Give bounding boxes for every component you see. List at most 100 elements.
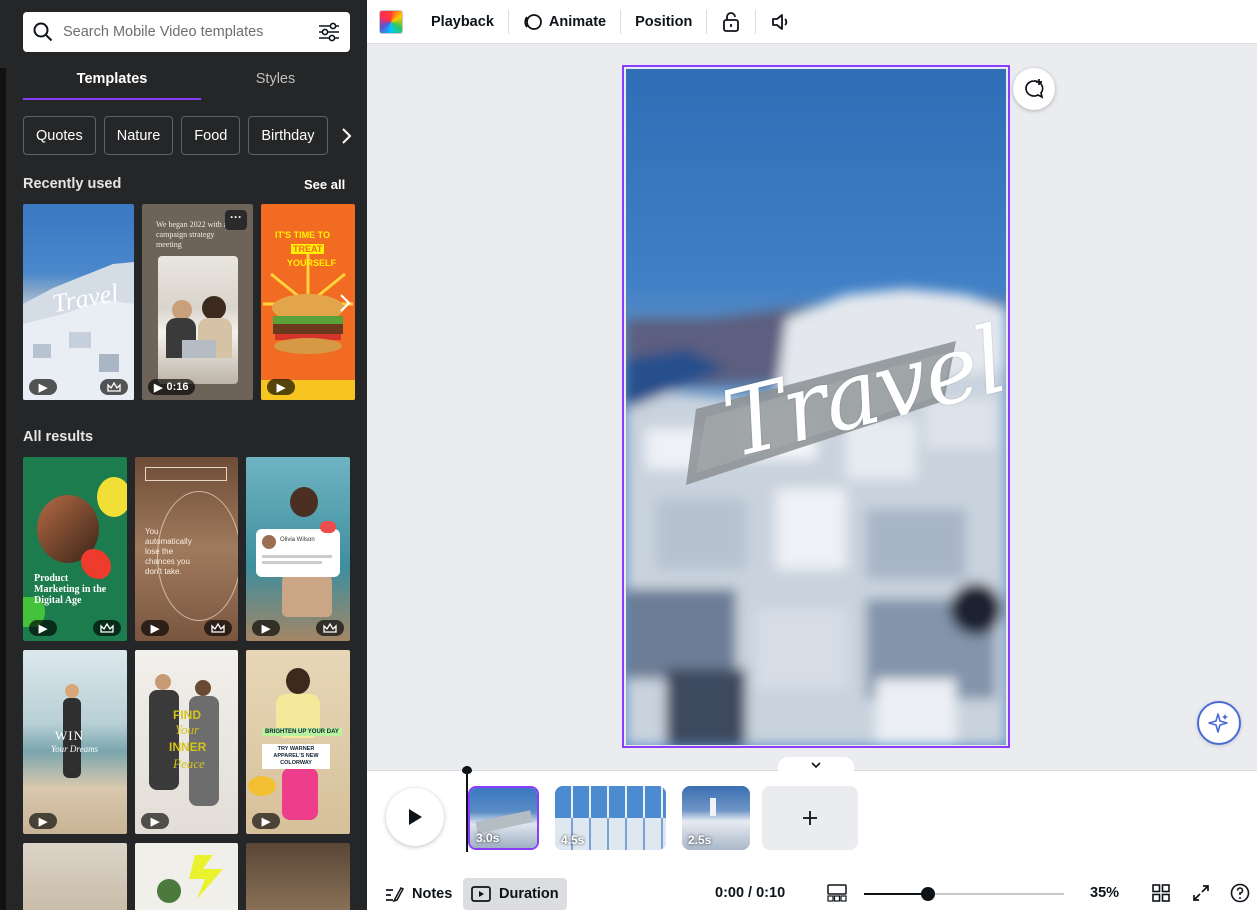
timeline-clip-1[interactable]: 3.0s [468, 786, 539, 850]
timeline-clip-2[interactable]: 4.5s [555, 786, 666, 850]
add-comment-button[interactable] [1013, 68, 1055, 110]
duration-button[interactable]: Duration [463, 878, 567, 910]
playback-label: Playback [431, 13, 494, 30]
lock-button[interactable] [707, 0, 755, 44]
zoom-slider-knob[interactable] [921, 887, 935, 901]
grid-icon [1152, 884, 1170, 902]
recent-template-travel[interactable]: Travel ▶ [23, 204, 134, 400]
all-results-heading: All results [23, 429, 94, 445]
chances-caption: You automatically lose the chances you d… [145, 527, 192, 576]
result-template-social[interactable]: Olivia Wilson ▶ [246, 457, 350, 641]
play-icon: ▶ [154, 381, 163, 394]
side-panel: Search Mobile Video templates Templates … [0, 0, 367, 910]
unlock-icon [723, 11, 740, 32]
peace-caption-1: FIND [173, 708, 201, 722]
travel-thumb-art: Travel [23, 262, 134, 400]
page-view-toggle[interactable] [826, 882, 848, 904]
design-page[interactable]: Travel [626, 69, 1006, 745]
result-template-chances[interactable]: You automatically lose the chances you d… [135, 457, 238, 641]
help-button[interactable] [1229, 882, 1251, 904]
more-options-icon[interactable]: ··· [225, 210, 247, 230]
playback-button[interactable]: Playback [417, 0, 508, 44]
chip-birthday[interactable]: Birthday [248, 116, 328, 155]
clip-duration: 4.5s [561, 833, 585, 847]
chevron-right-icon[interactable] [335, 290, 355, 316]
crown-icon [316, 620, 344, 636]
zoom-slider[interactable] [864, 887, 1064, 901]
chevron-down-icon [811, 762, 821, 769]
duration-label: Duration [499, 886, 559, 902]
play-badge: ▶ [29, 813, 57, 829]
notes-button[interactable]: Notes [376, 878, 460, 910]
animate-label: Animate [548, 13, 607, 30]
add-page-button[interactable] [762, 786, 858, 850]
animate-icon [524, 13, 542, 30]
clip-duration: 3.0s [476, 831, 500, 845]
result-template-peace[interactable]: FIND Your INNER Peace ▶ [135, 650, 238, 834]
position-label: Position [635, 13, 693, 30]
color-picker-button[interactable] [379, 9, 403, 34]
play-badge: ▶ 0:16 [148, 379, 195, 395]
pages-icon [827, 884, 847, 902]
play-badge: ▶ [141, 813, 169, 829]
chip-nature[interactable]: Nature [103, 116, 174, 155]
grid-view-button[interactable] [1150, 882, 1172, 904]
playhead[interactable] [466, 766, 468, 852]
fullscreen-button[interactable] [1190, 882, 1212, 904]
timeline-toggle[interactable] [778, 757, 854, 773]
animate-button[interactable]: Animate [509, 0, 620, 44]
chip-food[interactable]: Food [181, 116, 241, 155]
search-bar[interactable]: Search Mobile Video templates [23, 12, 350, 52]
colorway-caption-2: TRY WARNER APPAREL'S NEW COLORWAY [262, 744, 330, 769]
video-play-icon [471, 886, 491, 902]
result-template-8[interactable] [135, 843, 238, 910]
notes-label: Notes [412, 886, 453, 902]
result-template-marketing[interactable]: Product Marketing in the Digital Age ▶ [23, 457, 127, 641]
crown-icon [93, 620, 121, 636]
play-badge: ▶ [29, 379, 57, 395]
colorway-caption-1: BRIGHTEN UP YOUR DAY [262, 728, 342, 736]
campaign-caption: We began 2022 with a campaign strategy m… [156, 220, 228, 249]
category-chips: Quotes Nature Food Birthday [23, 116, 328, 156]
volume-icon [772, 13, 788, 30]
play-icon: ▶ [261, 815, 271, 828]
timeline-clip-3[interactable]: 2.5s [682, 786, 750, 850]
position-button[interactable]: Position [621, 0, 706, 44]
playhead-handle[interactable] [462, 766, 472, 774]
play-icon: ▶ [38, 622, 48, 635]
recently-used-heading: Recently used [23, 176, 122, 192]
recent-template-campaign[interactable]: We began 2022 with a campaign strategy m… [142, 204, 253, 400]
panel-tabs: Templates Styles [23, 68, 350, 100]
chip-quotes[interactable]: Quotes [23, 116, 96, 155]
filter-icon[interactable] [318, 22, 340, 42]
time-readout: 0:00 / 0:10 [715, 885, 786, 901]
comment-add-icon [1025, 79, 1044, 99]
result-template-9[interactable] [246, 843, 350, 910]
crown-icon [204, 620, 232, 636]
tab-styles[interactable]: Styles [201, 68, 350, 100]
magic-assistant-button[interactable] [1197, 701, 1241, 745]
crown-icon [100, 379, 128, 395]
play-button[interactable] [386, 788, 444, 846]
expand-icon [1193, 885, 1209, 901]
marketing-caption: Product Marketing in the Digital Age [34, 573, 107, 606]
play-badge: ▶ [141, 620, 169, 636]
zoom-level[interactable]: 35% [1090, 885, 1119, 901]
plus-icon [803, 811, 817, 825]
peace-caption-2: Your [175, 722, 200, 737]
result-template-7[interactable] [23, 843, 127, 910]
play-badge: ▶ [29, 620, 57, 636]
treat-line-3: YOURSELF [287, 258, 337, 268]
volume-button[interactable] [756, 0, 806, 44]
play-icon [409, 809, 422, 825]
win-subcaption: Your Dreams [51, 744, 99, 754]
chevron-right-icon[interactable] [338, 124, 354, 148]
search-icon [33, 22, 53, 42]
result-template-colorway[interactable]: BRIGHTEN UP YOUR DAY TRY WARNER APPAREL'… [246, 650, 350, 834]
search-input[interactable]: Search Mobile Video templates [63, 24, 318, 40]
play-badge: ▶ [252, 813, 280, 829]
see-all-link[interactable]: See all [304, 177, 345, 192]
result-template-win[interactable]: WIN Your Dreams ▶ [23, 650, 127, 834]
social-card-name: Olivia Wilson [280, 537, 315, 543]
tab-templates[interactable]: Templates [23, 68, 201, 100]
